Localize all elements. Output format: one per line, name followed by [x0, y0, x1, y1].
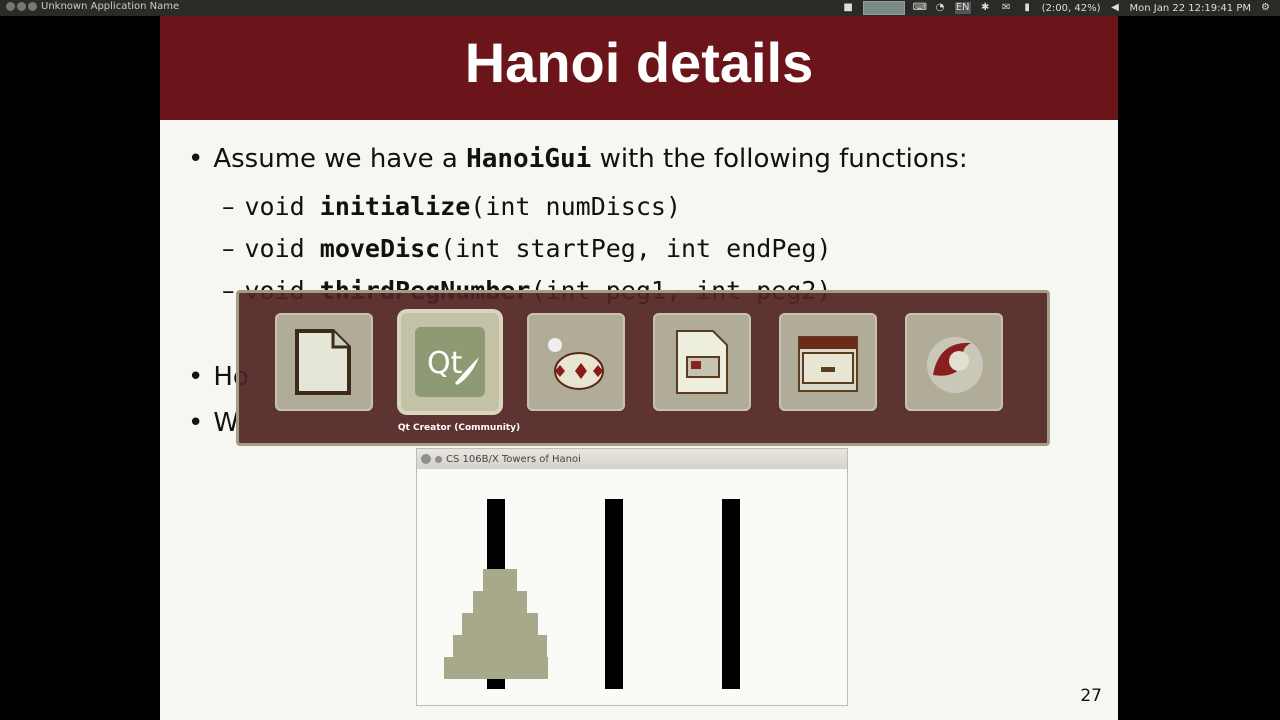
sub-bullet-text: void initialize(int numDiscs) — [245, 192, 682, 221]
params: (int numDiscs) — [470, 192, 681, 221]
switcher-item-files[interactable] — [779, 313, 877, 411]
gear-icon[interactable]: ⚙ — [1259, 2, 1272, 14]
bullet-1: • Assume we have a HanoiGui with the fol… — [188, 144, 968, 174]
system-tray: ■ ⌨ ◔ EN ✱ ✉ ▮ (2:00, 42%) ◀ Mon Jan 22 … — [842, 1, 1272, 15]
wifi-icon[interactable]: ◔ — [934, 2, 947, 14]
slide-title: Hanoi details — [464, 31, 814, 94]
dash: – — [222, 192, 235, 221]
libreoffice-icon — [289, 327, 359, 397]
towers-of-hanoi-window[interactable]: CS 106B/X Towers of Hanoi — [416, 448, 848, 706]
function-name: moveDisc — [319, 234, 441, 263]
params: (int startPeg, int endPeg) — [440, 234, 832, 263]
switcher-item-firefox[interactable] — [905, 313, 1003, 411]
svg-text:Qt: Qt — [427, 346, 463, 381]
title-band: Hanoi details — [160, 16, 1118, 120]
peg-3 — [722, 499, 740, 689]
impress-icon — [667, 327, 737, 397]
bullet-dot: • — [188, 408, 204, 438]
dash: – — [222, 276, 235, 305]
bluetooth-icon[interactable]: ✱ — [979, 2, 992, 14]
volume-icon[interactable]: ◀ — [1108, 2, 1121, 14]
close-icon[interactable] — [421, 454, 431, 464]
switcher-item-libreoffice[interactable] — [275, 313, 373, 411]
qt-creator-icon: Qt — [415, 327, 485, 397]
page-number: 27 — [1080, 686, 1102, 706]
disc — [453, 635, 547, 657]
bullet-3: • W — [188, 408, 239, 438]
bullet-dot: • — [188, 144, 204, 174]
disc — [462, 613, 538, 635]
bullet-1-text: Assume we have a HanoiGui with the follo… — [213, 144, 967, 174]
switcher-item-qt-creator[interactable]: Qt — [401, 313, 499, 411]
tray-indicator-box[interactable] — [862, 1, 905, 15]
file-cabinet-icon — [793, 327, 863, 397]
keyboard-icon[interactable]: ⌨ — [913, 2, 927, 14]
function-name: initialize — [319, 192, 471, 221]
switcher-item-teapot[interactable] — [527, 313, 625, 411]
switcher-item-impress[interactable] — [653, 313, 751, 411]
bullet-1-suffix: with the following functions: — [591, 144, 968, 174]
bullet-dot: • — [188, 362, 204, 392]
record-icon[interactable]: ■ — [842, 2, 855, 14]
app-name-label: Unknown Application Name — [41, 1, 180, 12]
teapot-icon — [541, 327, 611, 397]
minimize-icon[interactable] — [435, 455, 442, 463]
window-title-area: Unknown Application Name — [6, 1, 179, 12]
disc — [483, 569, 517, 591]
disc — [473, 591, 527, 613]
peg-2 — [605, 499, 623, 689]
firefox-icon — [919, 327, 989, 397]
sub-bullet-movedisc: – void moveDisc(int startPeg, int endPeg… — [222, 234, 832, 263]
app-switcher[interactable]: Qt Qt Creator (Community) — [236, 290, 1050, 446]
dash: – — [222, 234, 235, 263]
battery-icon[interactable]: ▮ — [1021, 2, 1034, 14]
keyword: void — [244, 192, 320, 221]
sub-bullet-initialize: – void initialize(int numDiscs) — [222, 192, 681, 221]
window-title: CS 106B/X Towers of Hanoi — [446, 453, 581, 465]
switcher-selected-label: Qt Creator (Community) — [397, 423, 521, 433]
sub-bullet-text: void moveDisc(int startPeg, int endPeg) — [245, 234, 832, 263]
clock[interactable]: Mon Jan 22 12:19:41 PM — [1129, 3, 1251, 14]
bullet-1-code: HanoiGui — [466, 144, 592, 174]
window-titlebar[interactable]: CS 106B/X Towers of Hanoi — [417, 449, 847, 469]
bullet-1-prefix: Assume we have a — [213, 144, 467, 174]
window-controls[interactable] — [6, 2, 37, 11]
disc — [444, 657, 548, 679]
mail-icon[interactable]: ✉ — [1000, 2, 1013, 14]
keyword: void — [244, 234, 320, 263]
battery-status[interactable]: (2:00, 42%) — [1042, 3, 1101, 14]
language-indicator[interactable]: EN — [954, 2, 971, 14]
system-top-bar: Unknown Application Name ■ ⌨ ◔ EN ✱ ✉ ▮ … — [0, 0, 1280, 16]
